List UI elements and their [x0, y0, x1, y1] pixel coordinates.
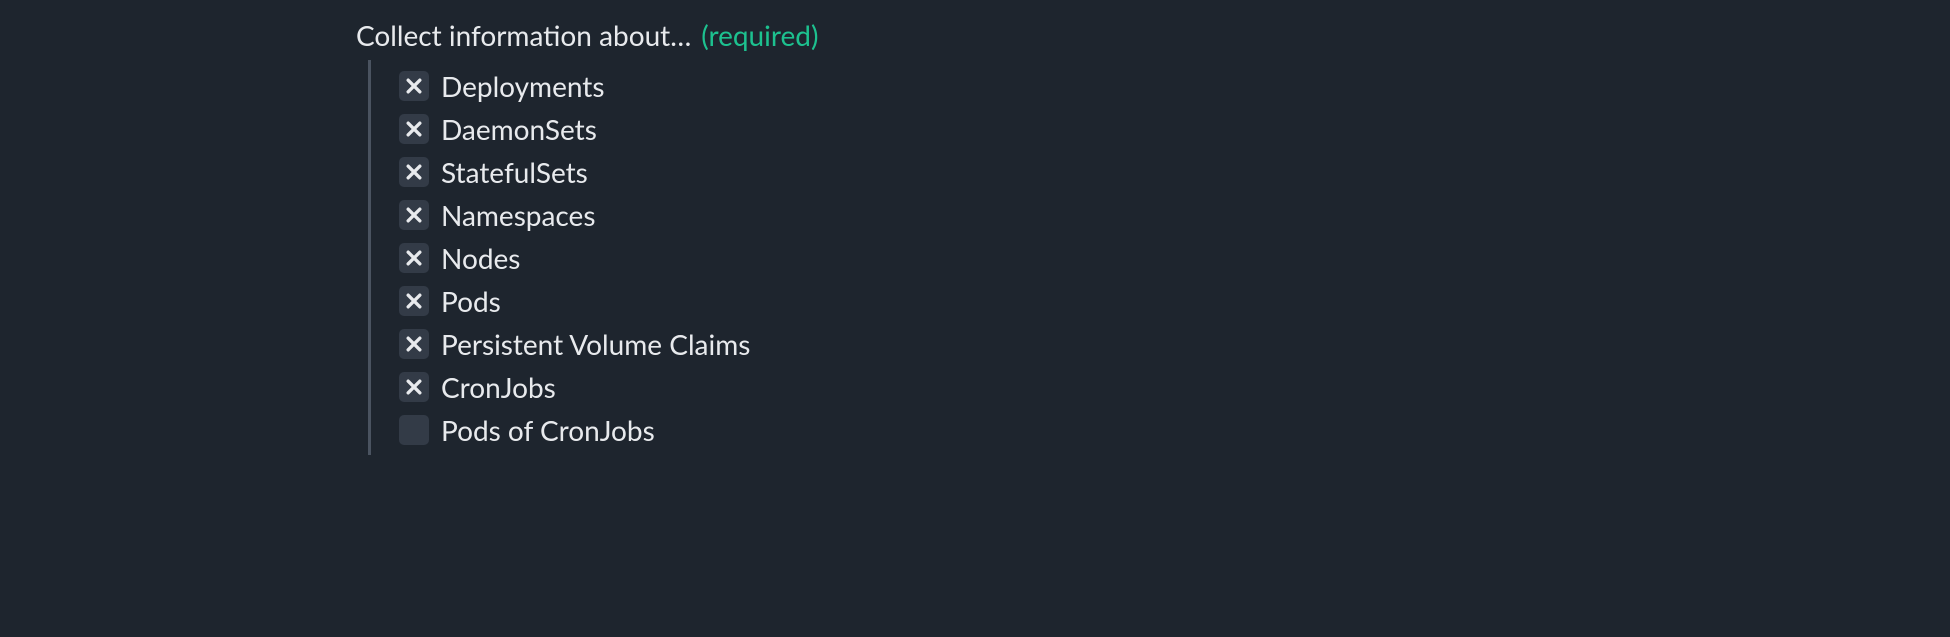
checkbox[interactable]	[399, 157, 429, 187]
option-row: Pods of CronJobs	[399, 408, 1950, 451]
checkbox[interactable]	[399, 372, 429, 402]
option-row: StatefulSets	[399, 150, 1950, 193]
option-row: DaemonSets	[399, 107, 1950, 150]
option-label: Deployments	[441, 72, 604, 100]
option-row: Deployments	[399, 64, 1950, 107]
form-label-text: Collect information about…	[356, 18, 691, 52]
form-label-row: Collect information about… (required)	[356, 18, 1950, 52]
option-label: CronJobs	[441, 373, 556, 401]
option-row: CronJobs	[399, 365, 1950, 408]
check-x-icon	[404, 119, 424, 139]
option-label: DaemonSets	[441, 115, 597, 143]
required-hint: (required)	[701, 18, 818, 52]
check-x-icon	[404, 377, 424, 397]
option-label: Pods	[441, 287, 501, 315]
option-label: Persistent Volume Claims	[441, 330, 750, 358]
options-list: Deployments DaemonSets StatefulSets Namespa…	[368, 60, 1950, 455]
check-x-icon	[404, 334, 424, 354]
collect-info-form-group: Collect information about… (required) De…	[356, 18, 1950, 455]
checkbox[interactable]	[399, 243, 429, 273]
option-label: Namespaces	[441, 201, 595, 229]
option-row: Nodes	[399, 236, 1950, 279]
checkbox[interactable]	[399, 200, 429, 230]
option-row: Namespaces	[399, 193, 1950, 236]
check-x-icon	[404, 205, 424, 225]
checkbox[interactable]	[399, 329, 429, 359]
check-x-icon	[404, 291, 424, 311]
check-x-icon	[404, 248, 424, 268]
checkbox[interactable]	[399, 114, 429, 144]
option-label: Nodes	[441, 244, 520, 272]
checkbox[interactable]	[399, 286, 429, 316]
option-row: Persistent Volume Claims	[399, 322, 1950, 365]
check-x-icon	[404, 162, 424, 182]
option-row: Pods	[399, 279, 1950, 322]
checkbox[interactable]	[399, 415, 429, 445]
check-x-icon	[404, 76, 424, 96]
option-label: Pods of CronJobs	[441, 416, 655, 444]
option-label: StatefulSets	[441, 158, 588, 186]
checkbox[interactable]	[399, 71, 429, 101]
